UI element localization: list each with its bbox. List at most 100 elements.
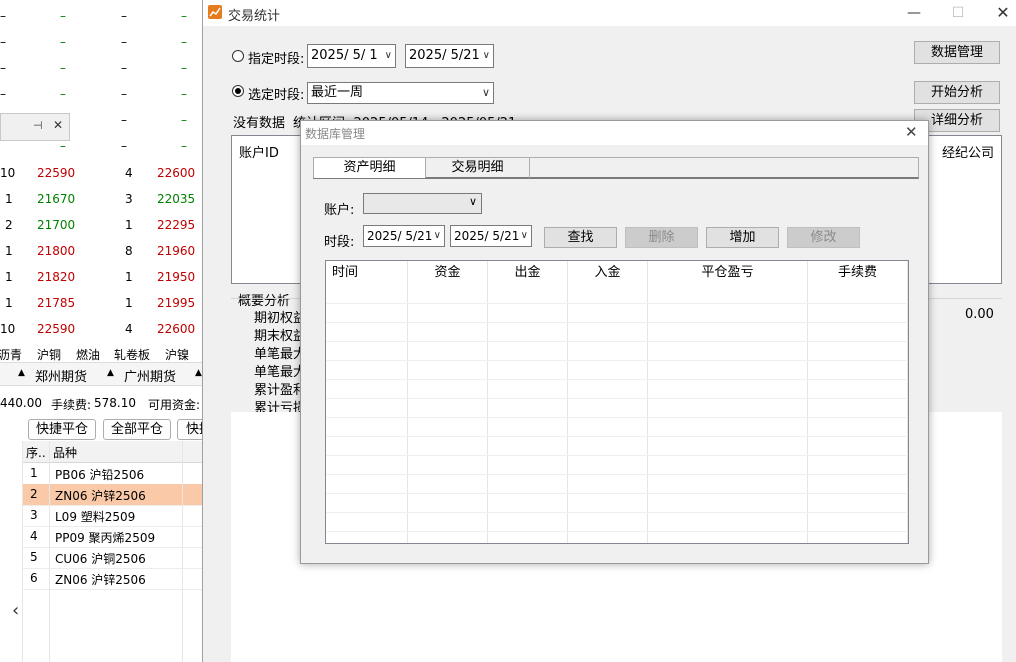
quote-cell: 21785 (37, 296, 76, 310)
from-date-value: 2025/ 5/21 (367, 229, 433, 243)
quick-button[interactable]: 快捷 (177, 419, 204, 440)
exchange-tab-guangzhou[interactable]: 广州期货 (124, 366, 176, 385)
row-name: PP09 聚丙烯2509 (55, 531, 156, 545)
end-date-value: 2025/ 5/21 (409, 48, 480, 63)
chevron-left-icon[interactable]: ‹ (12, 600, 19, 621)
summary-label: 累计盈利 (254, 383, 307, 398)
exchange-tab-zhengzhou[interactable]: 郑州期货 (35, 366, 87, 385)
close-all-button[interactable]: 全部平仓 (103, 419, 171, 440)
quote-row[interactable]: 1 21800 8 21960 (0, 238, 204, 264)
quote-cell: 21670 (37, 192, 76, 206)
quote-cell: – (0, 9, 6, 23)
quote-row[interactable]: 1 21785 1 21995 (0, 290, 204, 316)
commodity-tab[interactable]: 沥青 (0, 346, 22, 363)
quote-row[interactable]: 2 21700 1 22295 (0, 212, 204, 238)
quote-cell: – (181, 113, 187, 127)
quote-cell: – (121, 139, 127, 153)
table-row[interactable]: 4 PP09 聚丙烯2509 (23, 526, 204, 548)
column-header-deposit[interactable]: 入金 (568, 261, 648, 285)
quote-row[interactable]: – – – – (0, 3, 204, 29)
quote-row[interactable]: 10 22590 4 22600 (0, 316, 204, 342)
period-select[interactable]: 最近一周 ∨ (307, 82, 494, 104)
add-button[interactable]: 增加 (706, 227, 779, 248)
quote-cell: 1 (5, 244, 13, 258)
row-divider (326, 341, 908, 342)
column-header-time[interactable]: 时间 (326, 261, 408, 285)
quote-row[interactable]: – – – – (0, 29, 204, 55)
chevron-down-icon: ∨ (384, 50, 392, 61)
to-date-value: 2025/ 5/21 (454, 229, 520, 243)
table-row[interactable]: 6 ZN06 沪锌2506 (23, 568, 204, 590)
quote-cell: 22295 (157, 218, 196, 232)
row-name: L09 塑料2509 (55, 510, 136, 524)
quote-row[interactable]: – – – – (0, 81, 204, 107)
quote-cell: 21960 (157, 244, 196, 258)
quote-cell: 3 (125, 192, 133, 206)
row-divider (326, 531, 908, 532)
row-divider (326, 474, 908, 475)
commodity-tab[interactable]: 燃油 (76, 346, 100, 363)
commodity-tab[interactable]: 轧卷板 (114, 346, 150, 363)
column-header-withdrawal[interactable]: 出金 (488, 261, 568, 285)
column-header-fee[interactable]: 手续费 (808, 261, 908, 285)
row-divider (326, 303, 908, 304)
search-button[interactable]: 查找 (544, 227, 617, 248)
row-seq: 6 (30, 571, 38, 585)
table-row[interactable]: 1 PB06 沪铅2506 (23, 463, 204, 485)
end-date-picker[interactable]: 2025/ 5/21 ∨ (405, 44, 494, 68)
edit-button[interactable]: 修改 (787, 227, 860, 248)
row-divider (326, 436, 908, 437)
dialog-close-button[interactable]: ✕ (905, 123, 918, 141)
maximize-button[interactable]: ☐ (943, 3, 973, 23)
from-date-picker[interactable]: 2025/ 5/21 ∨ (363, 225, 445, 247)
expand-icon: ▲ (107, 368, 114, 378)
fee-label: 手续费: (51, 398, 92, 412)
account-select[interactable]: ∨ (363, 193, 482, 214)
floating-panel[interactable]: ⊣ ✕ (0, 113, 70, 141)
commodity-tab[interactable]: 沪镍 (165, 346, 189, 363)
row-divider (326, 493, 908, 494)
specify-period-radio[interactable] (232, 50, 244, 62)
start-analysis-button[interactable]: 开始分析 (914, 81, 1000, 104)
tab-trade-details[interactable]: 交易明细 (426, 158, 530, 178)
tab-asset-details[interactable]: 资产明细 (314, 158, 426, 178)
column-header-broker[interactable]: 经纪公司 (942, 142, 994, 161)
quote-cell: 22590 (37, 322, 76, 336)
row-divider (326, 455, 908, 456)
close-button[interactable]: ✕ (988, 3, 1016, 23)
column-header-name[interactable]: 品种 (53, 444, 77, 461)
data-management-button[interactable]: 数据管理 (914, 41, 1000, 64)
asset-detail-table[interactable]: 时间 资金 出金 入金 平仓盈亏 手续费 (325, 260, 909, 544)
quote-row[interactable]: 1 21670 3 22035 (0, 186, 204, 212)
start-date-picker[interactable]: 2025/ 5/ 1 ∨ (307, 44, 396, 68)
select-period-radio[interactable] (232, 85, 244, 97)
row-seq: 1 (30, 466, 38, 480)
quote-cell: 21700 (37, 218, 76, 232)
table-row[interactable]: 3 L09 塑料2509 (23, 505, 204, 527)
pin-icon[interactable]: ⊣ (33, 119, 43, 132)
quote-row[interactable]: 10 22590 4 22600 (0, 160, 204, 186)
quick-close-button[interactable]: 快捷平仓 (28, 419, 96, 440)
table-row[interactable]: 5 CU06 沪铜2506 (23, 547, 204, 569)
quote-cell: 21950 (157, 270, 196, 284)
delete-button[interactable]: 删除 (625, 227, 698, 248)
summary-value: 0.00 (965, 307, 994, 322)
column-header-account-id[interactable]: 账户ID (239, 142, 279, 161)
column-header-seq[interactable]: 序.. (26, 444, 46, 461)
to-date-picker[interactable]: 2025/ 5/21 ∨ (450, 225, 532, 247)
quote-cell: 4 (125, 322, 133, 336)
column-header-funds[interactable]: 资金 (408, 261, 488, 285)
grid-divider (182, 441, 183, 662)
close-icon[interactable]: ✕ (53, 118, 63, 132)
commodity-tab[interactable]: 沪铜 (37, 346, 61, 363)
quote-row[interactable]: 1 21820 1 21950 (0, 264, 204, 290)
quote-cell: 1 (125, 270, 133, 284)
minimize-button[interactable]: — (899, 3, 929, 23)
table-row-selected[interactable]: 2 ZN06 沪锌2506 (23, 484, 204, 506)
expand-icon: ▲ (18, 368, 25, 378)
quote-cell: – (181, 139, 187, 153)
quote-cell: 1 (5, 192, 13, 206)
column-header-closing-pnl[interactable]: 平仓盈亏 (648, 261, 808, 285)
quote-row[interactable]: – – – – (0, 55, 204, 81)
quote-cell: 10 (0, 322, 16, 336)
